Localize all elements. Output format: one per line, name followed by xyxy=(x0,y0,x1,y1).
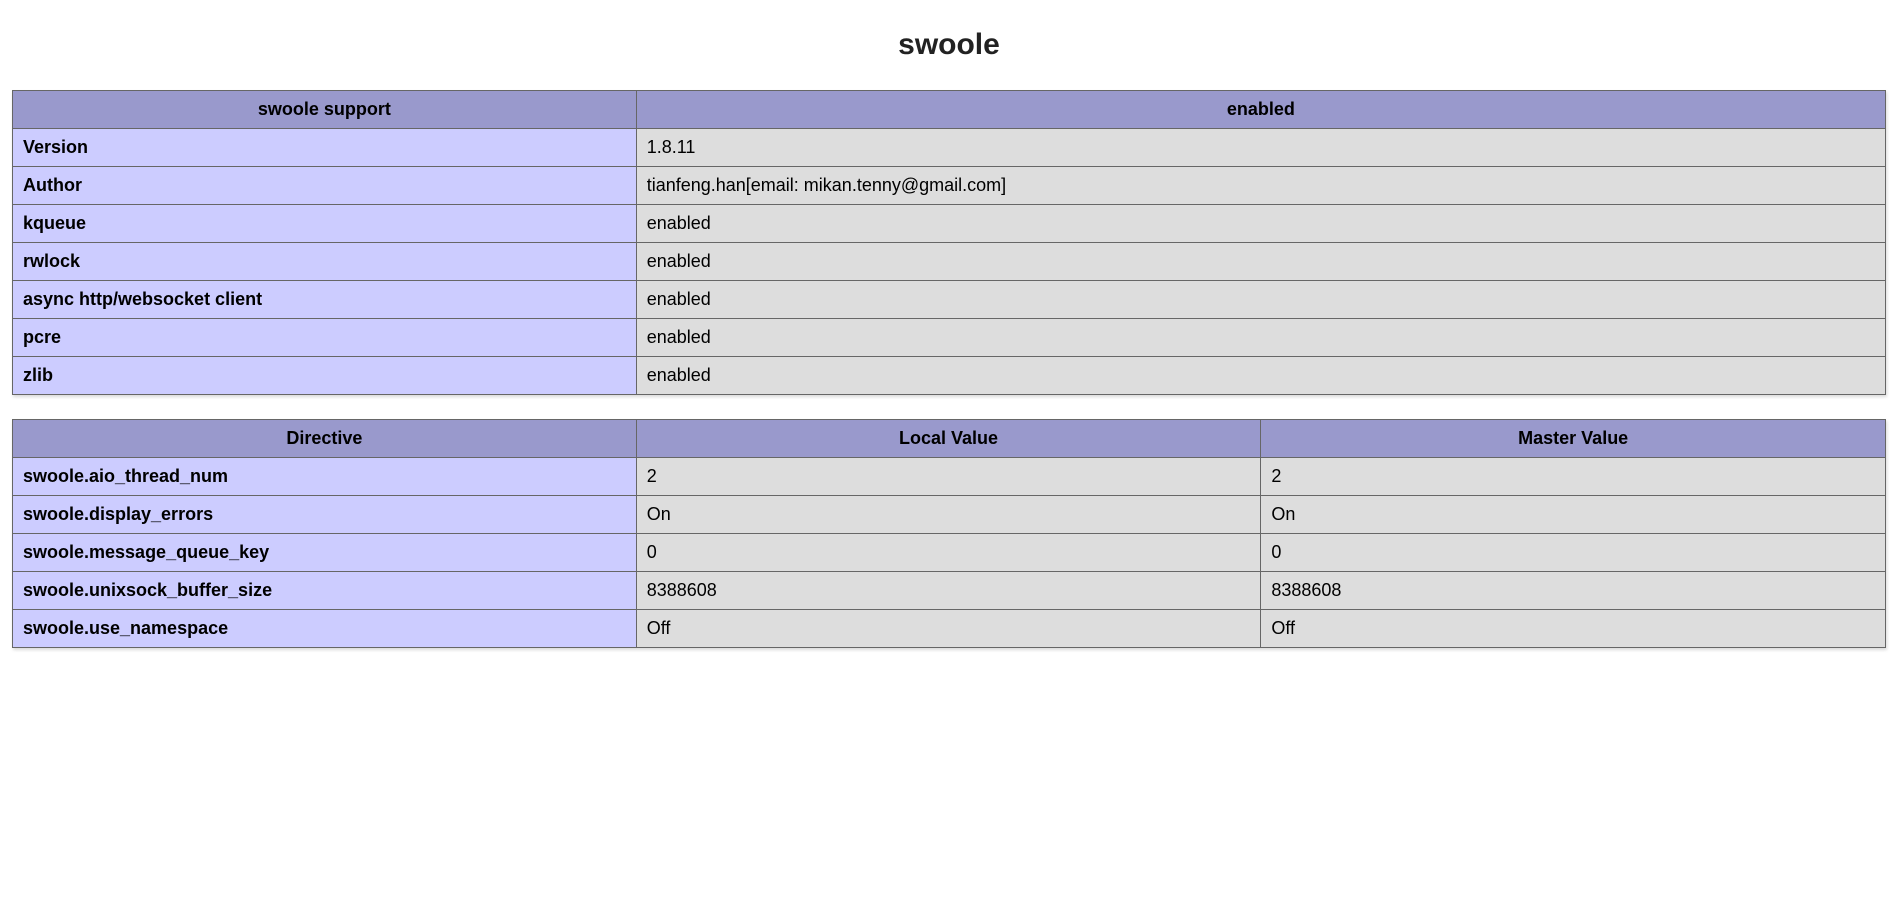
directive-name: swoole.display_errors xyxy=(13,496,637,534)
swoole-support-table: swoole support enabled Version1.8.11Auth… xyxy=(12,90,1886,395)
master-value: On xyxy=(1261,496,1886,534)
directive-name: swoole.unixsock_buffer_size xyxy=(13,572,637,610)
table-row: pcreenabled xyxy=(13,319,1886,357)
master-value: 8388608 xyxy=(1261,572,1886,610)
master-value: 0 xyxy=(1261,534,1886,572)
header-master-value: Master Value xyxy=(1261,420,1886,458)
row-name: Version xyxy=(13,129,637,167)
table-row: kqueueenabled xyxy=(13,205,1886,243)
master-value: 2 xyxy=(1261,458,1886,496)
table-row: Version1.8.11 xyxy=(13,129,1886,167)
row-name: Author xyxy=(13,167,637,205)
header-local-value: Local Value xyxy=(636,420,1261,458)
local-value: 8388608 xyxy=(636,572,1261,610)
directive-name: swoole.aio_thread_num xyxy=(13,458,637,496)
table-row: swoole.message_queue_key00 xyxy=(13,534,1886,572)
table-row: swoole.display_errorsOnOn xyxy=(13,496,1886,534)
table-row: zlibenabled xyxy=(13,357,1886,395)
directive-name: swoole.use_namespace xyxy=(13,610,637,648)
table-row: swoole.use_namespaceOffOff xyxy=(13,610,1886,648)
row-name: async http/websocket client xyxy=(13,281,637,319)
table-header-row: swoole support enabled xyxy=(13,91,1886,129)
header-enabled: enabled xyxy=(636,91,1885,129)
row-value: 1.8.11 xyxy=(636,129,1885,167)
header-directive: Directive xyxy=(13,420,637,458)
table-row: rwlockenabled xyxy=(13,243,1886,281)
master-value: Off xyxy=(1261,610,1886,648)
page-title: swoole xyxy=(12,28,1886,62)
table-row: async http/websocket clientenabled xyxy=(13,281,1886,319)
row-name: kqueue xyxy=(13,205,637,243)
table-row: Authortianfeng.han[email: mikan.tenny@gm… xyxy=(13,167,1886,205)
local-value: 2 xyxy=(636,458,1261,496)
table-header-row: Directive Local Value Master Value xyxy=(13,420,1886,458)
header-swoole-support: swoole support xyxy=(13,91,637,129)
row-value: enabled xyxy=(636,243,1885,281)
row-value: enabled xyxy=(636,319,1885,357)
row-name: pcre xyxy=(13,319,637,357)
row-name: rwlock xyxy=(13,243,637,281)
row-value: enabled xyxy=(636,205,1885,243)
local-value: 0 xyxy=(636,534,1261,572)
row-value: enabled xyxy=(636,281,1885,319)
local-value: On xyxy=(636,496,1261,534)
row-name: zlib xyxy=(13,357,637,395)
table-row: swoole.unixsock_buffer_size8388608838860… xyxy=(13,572,1886,610)
directive-name: swoole.message_queue_key xyxy=(13,534,637,572)
local-value: Off xyxy=(636,610,1261,648)
table-row: swoole.aio_thread_num22 xyxy=(13,458,1886,496)
directive-table: Directive Local Value Master Value swool… xyxy=(12,419,1886,648)
row-value: enabled xyxy=(636,357,1885,395)
row-value: tianfeng.han[email: mikan.tenny@gmail.co… xyxy=(636,167,1885,205)
